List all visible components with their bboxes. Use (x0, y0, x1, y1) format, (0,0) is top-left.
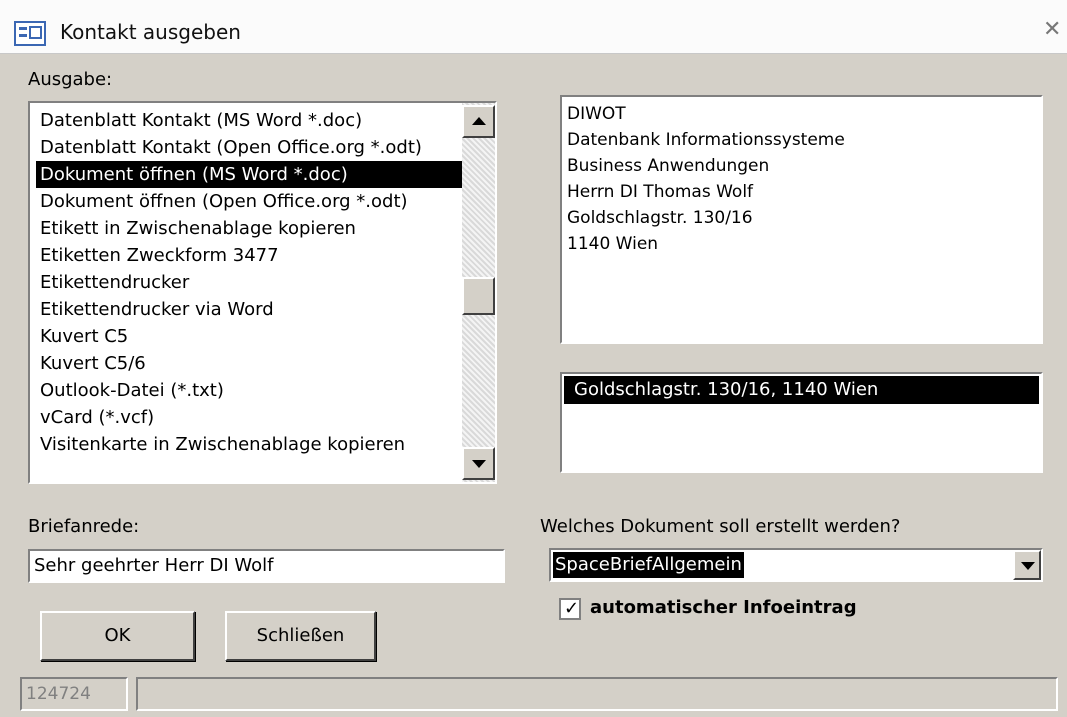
scroll-down-button[interactable] (462, 447, 495, 480)
arrow-down-icon (472, 460, 486, 468)
scroll-up-button[interactable] (462, 105, 495, 138)
arrow-up-icon (472, 117, 486, 125)
check-icon: ✓ (564, 598, 580, 619)
address-line: Business Anwendungen (567, 156, 770, 176)
status-record-id: 124724 (20, 677, 128, 711)
address-lines: DIWOT Datenbank Informationssysteme Busine… (567, 101, 845, 257)
list-item[interactable]: Kuvert C5/6 (36, 350, 462, 377)
list-item[interactable]: Etikett in Zwischenablage kopieren (36, 215, 462, 242)
address-line: Goldschlagstr. 130/16 (567, 208, 753, 228)
document-select[interactable]: SpaceBriefAllgemein (549, 548, 1043, 582)
address-line: Herrn DI Thomas Wolf (567, 182, 754, 202)
list-item[interactable]: Kuvert C5 (36, 323, 462, 350)
salutation-input[interactable]: Sehr geehrter Herr DI Wolf (28, 549, 505, 583)
address-listbox[interactable]: Goldschlagstr. 130/16, 1140 Wien (560, 372, 1043, 473)
list-item[interactable]: vCard (*.vcf) (36, 404, 462, 431)
output-list-items: Datenblatt Kontakt (MS Word *.doc) Datenb… (36, 107, 462, 458)
list-item[interactable]: Dokument öffnen (MS Word *.doc) (36, 161, 462, 188)
close-icon[interactable]: ✕ (1043, 16, 1061, 44)
output-scrollbar[interactable] (462, 103, 495, 482)
address-list-item-selected[interactable]: Goldschlagstr. 130/16, 1140 Wien (564, 376, 1039, 404)
list-item[interactable]: Datenblatt Kontakt (Open Office.org *.od… (36, 134, 462, 161)
address-line: DIWOT (567, 104, 626, 124)
list-item[interactable]: Etikettendrucker (36, 269, 462, 296)
chevron-down-icon (1021, 562, 1035, 570)
window-title: Kontakt ausgeben (60, 20, 241, 44)
list-item[interactable]: Etiketten Zweckform 3477 (36, 242, 462, 269)
scroll-thumb[interactable] (462, 277, 495, 315)
address-textbox[interactable]: DIWOT Datenbank Informationssysteme Busine… (560, 95, 1043, 344)
document-dropdown-button[interactable] (1013, 550, 1041, 580)
salutation-label: Briefanrede: (28, 516, 140, 537)
list-item[interactable]: Etikettendrucker via Word (36, 296, 462, 323)
form-icon (14, 21, 46, 46)
close-button[interactable]: Schließen (225, 611, 376, 661)
output-label: Ausgabe: (28, 69, 113, 90)
list-item[interactable]: Visitenkarte in Zwischenablage kopieren (36, 431, 462, 458)
list-item[interactable]: Outlook-Datei (*.txt) (36, 377, 462, 404)
auto-entry-label[interactable]: automatischer Infoeintrag (590, 596, 857, 620)
list-item[interactable]: Datenblatt Kontakt (MS Word *.doc) (36, 107, 462, 134)
document-label: Welches Dokument soll erstellt werden? (540, 516, 901, 537)
document-select-value: SpaceBriefAllgemein (553, 552, 744, 578)
status-message (136, 677, 1058, 711)
address-line: 1140 Wien (567, 234, 659, 254)
output-listbox[interactable]: Datenblatt Kontakt (MS Word *.doc) Datenb… (28, 101, 497, 484)
ok-button[interactable]: OK (40, 611, 195, 661)
auto-entry-checkbox[interactable]: ✓ (559, 598, 581, 620)
address-line: Datenbank Informationssysteme (567, 130, 845, 150)
list-item[interactable]: Dokument öffnen (Open Office.org *.odt) (36, 188, 462, 215)
